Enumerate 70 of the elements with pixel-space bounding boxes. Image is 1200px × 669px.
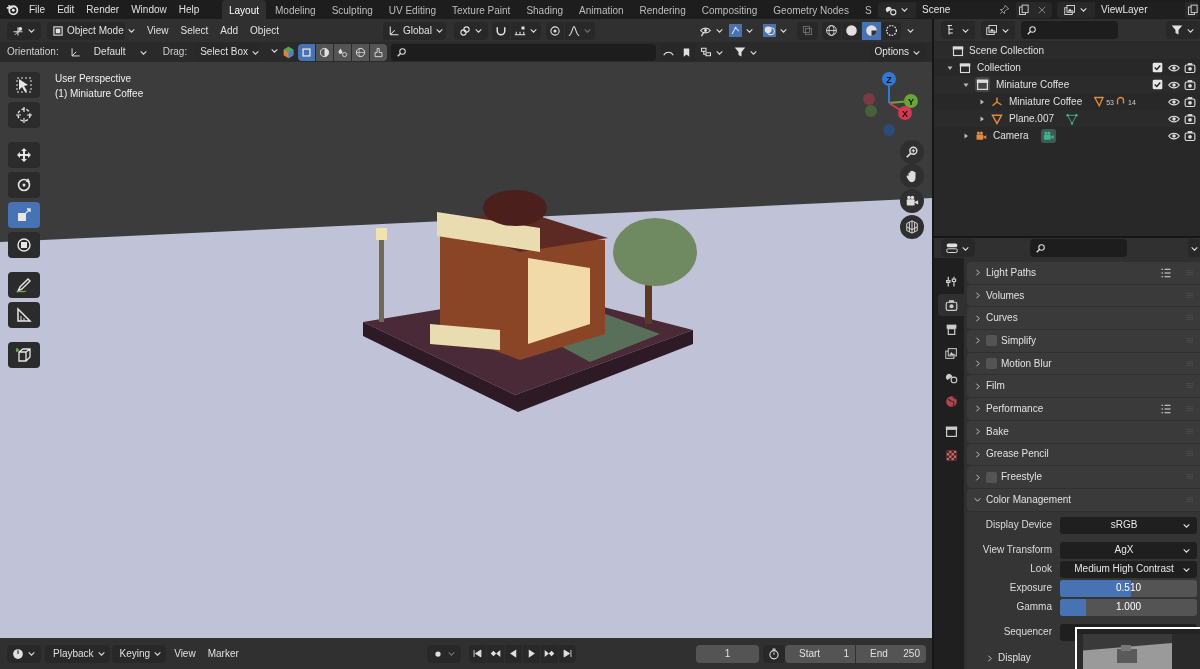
dropdown-field[interactable]: AgX: [1060, 541, 1197, 559]
outliner-item[interactable]: Plane.007: [1009, 112, 1055, 125]
menu-dropdown[interactable]: Keying: [111, 644, 167, 663]
view-layer-field[interactable]: ViewLayer: [1095, 1, 1185, 18]
outliner-item[interactable]: Collection: [977, 61, 1021, 74]
slider-field[interactable]: 0.510: [1060, 579, 1197, 597]
field-label: Look: [1029, 563, 1053, 576]
workspace-tab[interactable]: Rendering: [632, 0, 693, 19]
subpanel-header[interactable]: Display: [967, 647, 1037, 669]
outliner-item[interactable]: Camera: [993, 129, 1029, 142]
field-label: Exposure: [1008, 582, 1053, 595]
panel-header[interactable]: Volumes: [967, 284, 1200, 307]
workspace-tab[interactable]: S: [857, 0, 877, 19]
scene-name: Scene: [922, 3, 952, 16]
outliner-item[interactable]: Miniature Coffee: [996, 78, 1070, 91]
slider-field[interactable]: 1.000: [1060, 598, 1197, 616]
workspace-tab[interactable]: UV Editing: [381, 0, 443, 19]
panel-header[interactable]: Grease Pencil: [967, 443, 1200, 466]
panel-header[interactable]: Simplify: [967, 330, 1200, 352]
panel-header[interactable]: Film: [967, 375, 1200, 398]
field-label: Orientation:: [7, 46, 59, 58]
workspace-tab[interactable]: Layout: [222, 0, 267, 19]
panel-header[interactable]: Bake: [967, 420, 1200, 443]
field-label: Gamma: [1015, 601, 1053, 614]
menu-item[interactable]: Add: [214, 24, 245, 37]
workspace-tab[interactable]: Compositing: [694, 0, 765, 19]
viewport-info-text: (1) Miniature Coffee: [55, 87, 144, 101]
menu-item[interactable]: Edit: [51, 3, 81, 16]
slider-value: 0.510: [1116, 582, 1141, 595]
workspace-tab[interactable]: Shading: [519, 0, 571, 19]
panel-header[interactable]: Performance: [967, 398, 1200, 420]
field-label: Drag:: [162, 46, 188, 58]
menu-item[interactable]: View: [141, 24, 175, 37]
menu-item[interactable]: Render: [80, 3, 126, 16]
axis-label: Y: [908, 96, 914, 107]
navigation-gizmo[interactable]: Z Y X: [857, 69, 927, 141]
current-frame-field[interactable]: 1: [696, 644, 759, 663]
slider-value: 1.000: [1116, 601, 1141, 614]
field-label: View Transform: [981, 544, 1053, 557]
workspace-tab[interactable]: Geometry Nodes: [766, 0, 856, 19]
panel-header[interactable]: Curves: [967, 307, 1200, 330]
workspace-tab[interactable]: Texture Paint: [445, 0, 518, 19]
menu-item[interactable]: Help: [172, 3, 206, 16]
menu-dropdown[interactable]: Playback: [45, 644, 110, 663]
panel-header[interactable]: Light Paths: [967, 262, 1200, 284]
panel-header[interactable]: Motion Blur: [967, 352, 1200, 375]
workspace-tab[interactable]: Modeling: [268, 0, 323, 19]
menu-item[interactable]: Object: [244, 24, 285, 37]
axis-label: X: [902, 108, 908, 119]
panel-header[interactable]: Freestyle: [967, 466, 1200, 488]
menu-item[interactable]: Marker: [201, 647, 245, 660]
menu-item[interactable]: Select: [174, 24, 215, 37]
start-frame-field[interactable]: Start 1: [785, 644, 855, 663]
workspace-tab[interactable]: Sculpting: [324, 0, 380, 19]
orientation-dropdown[interactable]: Global: [383, 21, 446, 40]
outliner-item[interactable]: Miniature Coffee: [1009, 95, 1083, 108]
workspace-tab[interactable]: Animation: [572, 0, 631, 19]
outliner-item[interactable]: Scene Collection: [969, 44, 1045, 57]
viewport-info-text: User Perspective: [55, 72, 133, 86]
field-label: Sequencer: [1002, 626, 1053, 639]
dropdown-field[interactable]: Medium High Contrast: [1060, 560, 1197, 578]
dropdown-field[interactable]: sRGB: [1060, 516, 1197, 534]
field-label: Display Device: [984, 519, 1053, 532]
axis-label: Z: [886, 74, 892, 85]
menu-item[interactable]: File: [23, 3, 52, 16]
menu-item[interactable]: View: [168, 647, 202, 660]
scene-name-field[interactable]: Scene: [916, 1, 1016, 18]
panel-header[interactable]: Color Management: [967, 488, 1200, 511]
end-frame-field[interactable]: End 250: [856, 644, 926, 663]
menu-item[interactable]: Window: [125, 3, 173, 16]
